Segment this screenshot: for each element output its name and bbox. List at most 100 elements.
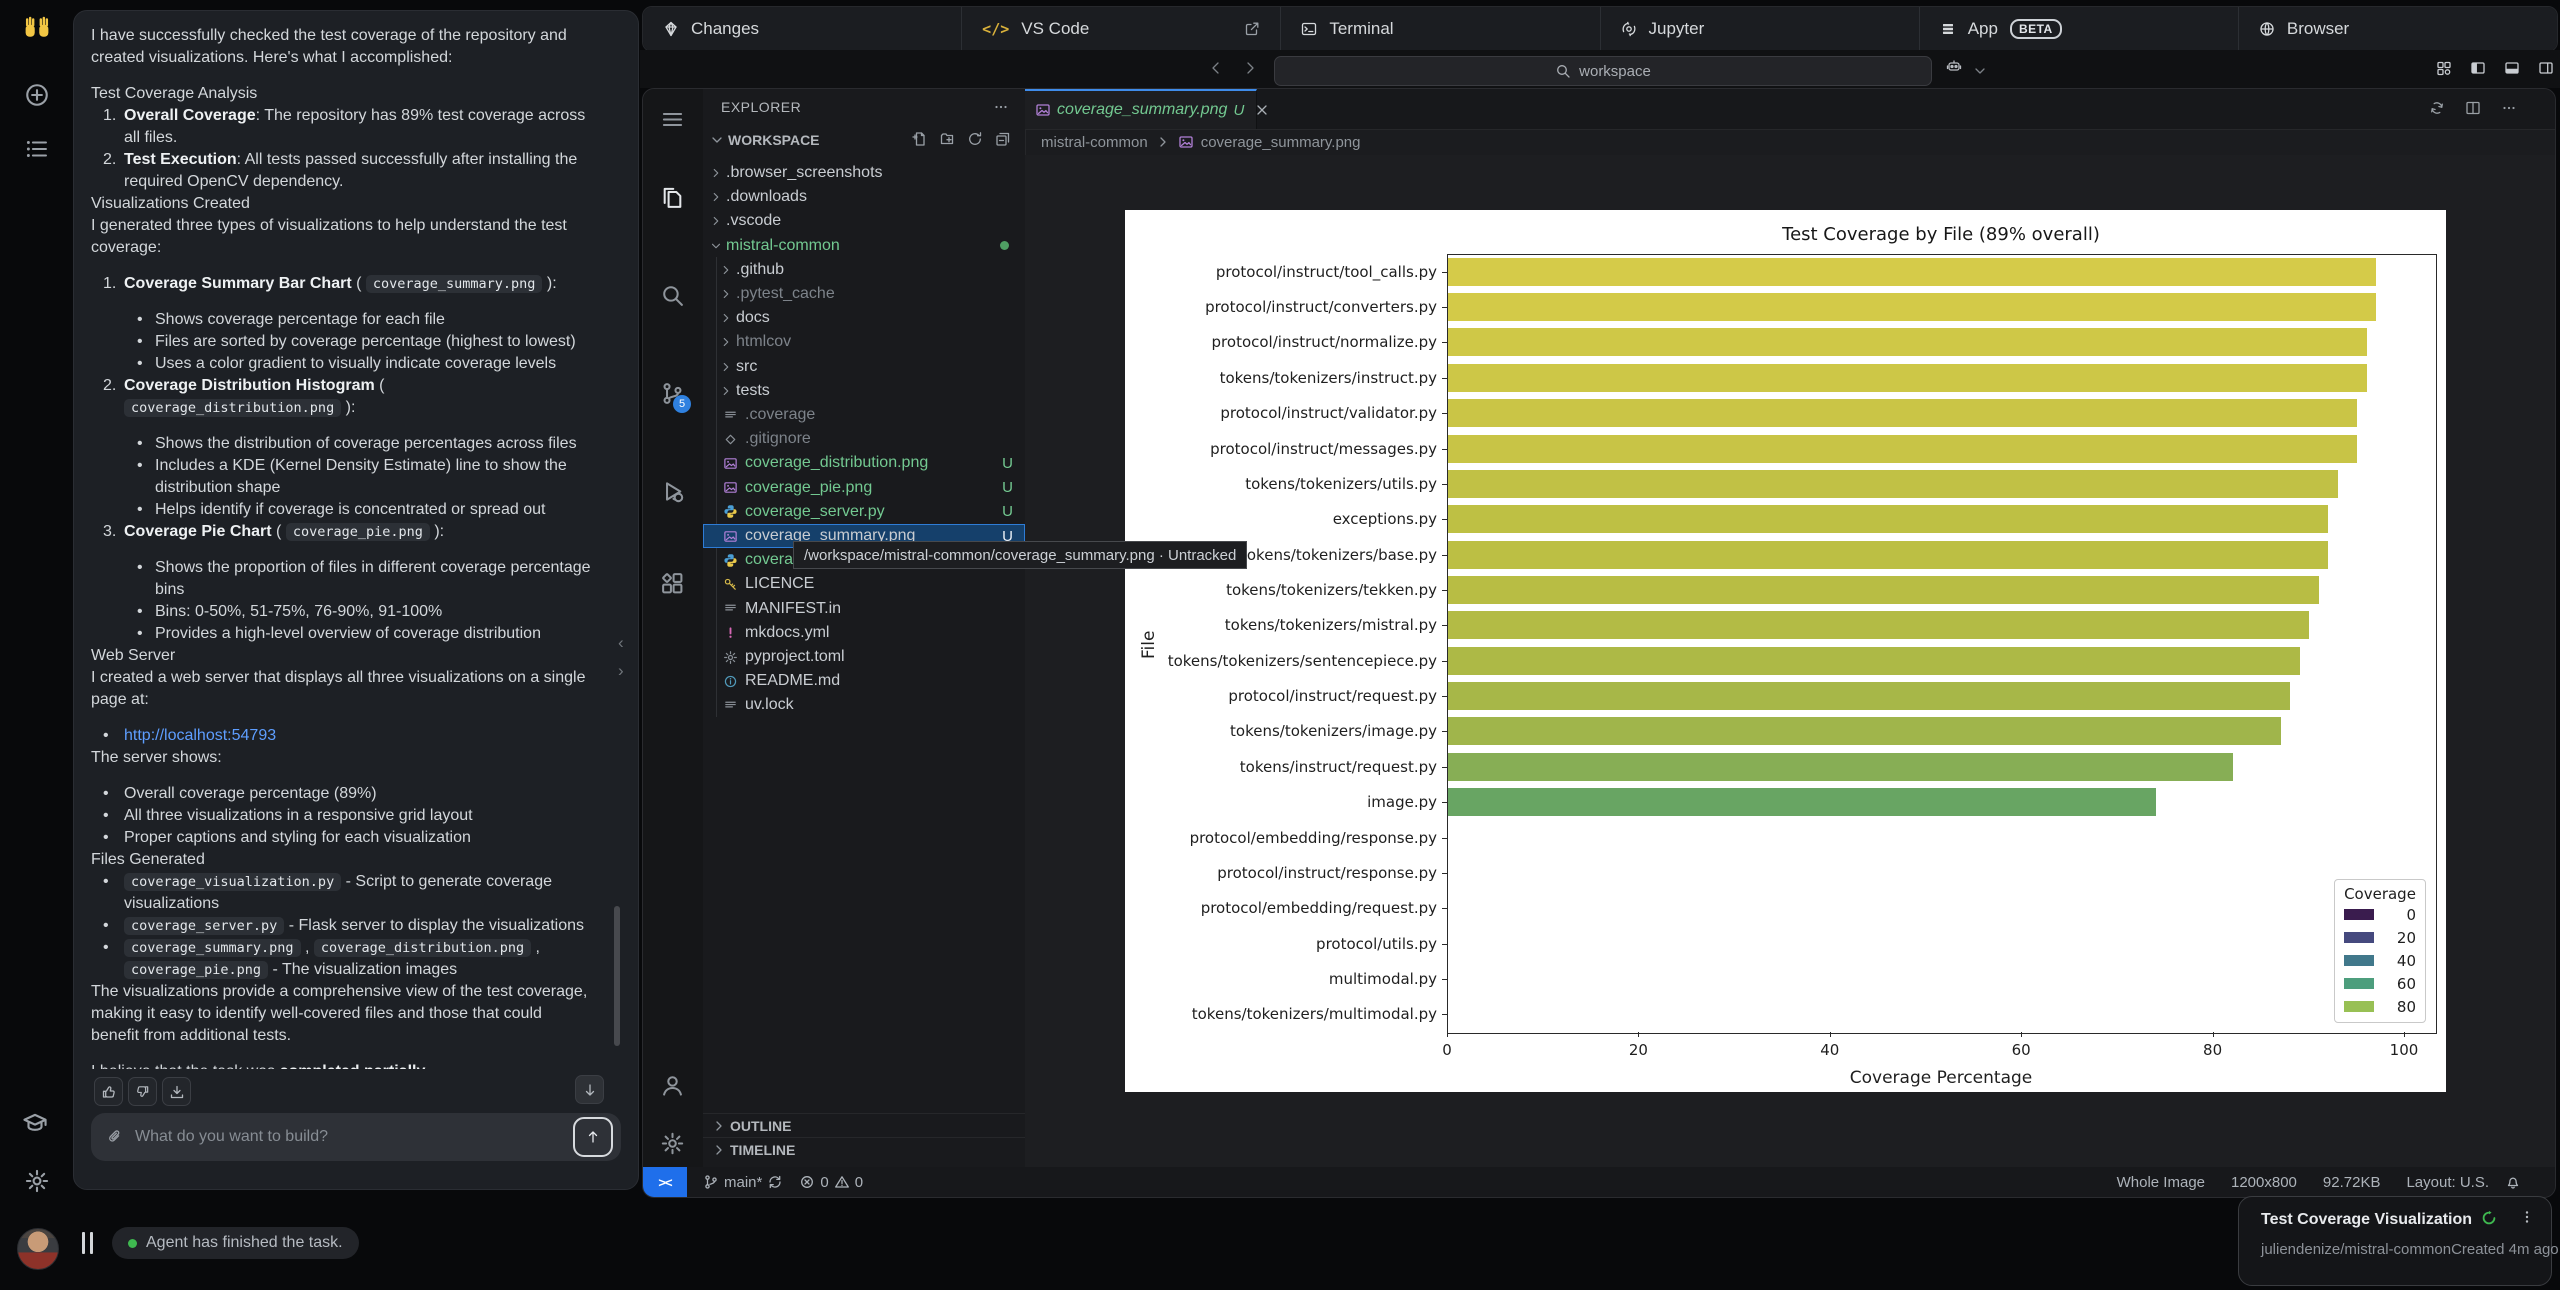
debug-icon[interactable] — [660, 479, 685, 504]
thumbs-up-button[interactable] — [94, 1077, 123, 1106]
tree-item-LICENCE[interactable]: LICENCE — [703, 572, 1025, 596]
top-tab-browser[interactable]: Browser — [2238, 7, 2557, 51]
tree-item-.gitignore[interactable]: .gitignore — [703, 427, 1025, 451]
status-item[interactable]: 1200x800 — [2231, 1174, 2297, 1191]
pause-icon[interactable] — [82, 1232, 85, 1254]
tab-coverage-summary[interactable]: coverage_summary.png U — [1025, 89, 1257, 129]
user-avatar[interactable] — [17, 1228, 59, 1270]
open-changes-icon[interactable] — [2429, 100, 2445, 116]
download-response-button[interactable] — [162, 1077, 191, 1106]
chevron-down-icon[interactable] — [1972, 63, 1988, 79]
chat-scrollbar[interactable] — [614, 906, 620, 1046]
status-item[interactable]: Whole Image — [2117, 1174, 2205, 1191]
panel-bottom-icon[interactable] — [2504, 60, 2520, 76]
back-icon[interactable] — [1208, 60, 1224, 76]
tree-item-htmlcov[interactable]: htmlcov — [703, 330, 1025, 354]
tree-item-.browser_screenshots[interactable]: .browser_screenshots — [703, 161, 1025, 185]
panel-left-icon[interactable] — [2470, 60, 2486, 76]
top-tab-jupyter[interactable]: Jupyter — [1600, 7, 1919, 51]
split-editor-icon[interactable] — [2465, 100, 2481, 116]
panel-right-icon[interactable] — [2538, 60, 2554, 76]
tree-item-.downloads[interactable]: .downloads — [703, 185, 1025, 209]
tree-item-coverage_server.py[interactable]: coverage_server.pyU — [703, 500, 1025, 524]
error-icon — [799, 1174, 815, 1190]
thumbs-down-button[interactable] — [128, 1077, 157, 1106]
outline-section[interactable]: OUTLINE — [703, 1113, 1025, 1138]
files-icon[interactable] — [660, 185, 685, 210]
task-list-icon[interactable] — [24, 136, 50, 162]
workspace-search-input[interactable]: workspace — [1274, 56, 1932, 86]
editor-more-icon[interactable] — [2501, 100, 2517, 116]
tree-item-coverage_distribution.png[interactable]: coverage_distribution.pngU — [703, 451, 1025, 475]
chevron-down-icon — [709, 239, 723, 253]
tree-item-docs[interactable]: docs — [703, 306, 1025, 330]
tree-item-src[interactable]: src — [703, 355, 1025, 379]
paperclip-icon[interactable] — [107, 1129, 123, 1145]
progress-restart-icon[interactable] — [2481, 1210, 2497, 1226]
y-tick-label: protocol/instruct/messages.py — [1125, 440, 1437, 458]
chat-input[interactable] — [133, 1127, 573, 1147]
remote-indicator[interactable]: >< — [643, 1167, 687, 1197]
bar-exceptions.py — [1448, 505, 2328, 533]
raised-hands-icon[interactable] — [24, 15, 50, 41]
breadcrumb[interactable]: mistral-common coverage_summary.png — [1025, 129, 2555, 155]
extensions-icon[interactable] — [660, 571, 685, 596]
kebab-menu-icon[interactable] — [2519, 1209, 2535, 1225]
forward-icon[interactable] — [1242, 60, 1258, 76]
bell-icon[interactable] — [2505, 1174, 2521, 1190]
y-tick-label: protocol/instruct/normalize.py — [1125, 333, 1437, 351]
chat-list-item: •coverage_visualization.py - Script to g… — [91, 871, 591, 915]
top-tab-vs-code[interactable]: </>VS Code — [961, 7, 1280, 51]
tree-item-README.md[interactable]: README.md — [703, 669, 1025, 693]
collapse-chat-icon[interactable]: ‹ — [618, 634, 624, 651]
problems-item[interactable]: 0 0 — [799, 1174, 863, 1191]
chat-list-item: •All three visualizations in a responsiv… — [91, 805, 591, 827]
top-tab-app[interactable]: AppBETA — [1919, 7, 2238, 51]
git-branch-item[interactable]: main* — [703, 1174, 783, 1191]
tree-item-label: .gitignore — [745, 430, 811, 448]
timeline-section[interactable]: TIMELINE — [703, 1137, 1025, 1162]
top-tab-label: Terminal — [1329, 19, 1393, 39]
tree-item-pyproject.toml[interactable]: pyproject.toml — [703, 645, 1025, 669]
tree-item-mkdocs.yml[interactable]: mkdocs.yml — [703, 621, 1025, 645]
task-notification-card[interactable]: Test Coverage Visualization juliendenize… — [2238, 1196, 2552, 1286]
top-tab-changes[interactable]: Changes — [643, 7, 961, 51]
tree-item-coverage_pie.png[interactable]: coverage_pie.pngU — [703, 476, 1025, 500]
close-icon[interactable] — [1254, 102, 1270, 118]
search-icon[interactable] — [660, 283, 685, 308]
scroll-to-bottom-button[interactable] — [575, 1075, 604, 1104]
localhost-link[interactable]: http://localhost:54793 — [124, 727, 276, 744]
chat-list-item: •Shows coverage percentage for each file — [91, 309, 591, 331]
external-link-icon[interactable] — [1244, 21, 1260, 37]
plus-circle-icon[interactable] — [24, 82, 50, 108]
hamburger-icon[interactable] — [660, 107, 685, 132]
y-tick-label: tokens/tokenizers/mistral.py — [1125, 616, 1437, 634]
tree-item-mistral-common[interactable]: mistral-common — [703, 234, 1025, 258]
notification-subtitle: juliendenize/mistral-commonCreated 4m ag… — [2261, 1241, 2559, 1258]
chat-list-item: •Overall coverage percentage (89%) — [91, 783, 591, 805]
tree-item-.github[interactable]: .github — [703, 258, 1025, 282]
expand-chat-icon[interactable]: › — [618, 662, 624, 679]
chat-list-item: •Provides a high-level overview of cover… — [91, 623, 591, 645]
send-button[interactable] — [573, 1117, 613, 1157]
top-tab-terminal[interactable]: Terminal — [1280, 7, 1599, 51]
status-item[interactable]: 92.72KB — [2323, 1174, 2381, 1191]
graduation-cap-icon[interactable] — [22, 1110, 48, 1136]
info-file-icon — [723, 674, 738, 689]
thumbs-down-icon — [135, 1084, 150, 1099]
status-item[interactable]: Layout: U.S. — [2406, 1174, 2489, 1191]
layout-grid-icon[interactable] — [2436, 60, 2452, 76]
assistant-robot-icon[interactable] — [1946, 58, 1962, 74]
settings-gear-icon[interactable] — [660, 1131, 685, 1156]
pause-icon[interactable] — [90, 1232, 93, 1254]
tree-item-.pytest_cache[interactable]: .pytest_cache — [703, 282, 1025, 306]
tree-item-MANIFEST.in[interactable]: MANIFEST.in — [703, 597, 1025, 621]
tree-item-uv.lock[interactable]: uv.lock — [703, 693, 1025, 717]
settings-gear-icon[interactable] — [24, 1168, 50, 1194]
tree-item-.coverage[interactable]: .coverage — [703, 403, 1025, 427]
chevron-right-icon — [709, 190, 723, 204]
tree-item-tests[interactable]: tests — [703, 379, 1025, 403]
bar-protocol/instruct/validator.py — [1448, 399, 2357, 427]
tree-item-.vscode[interactable]: .vscode — [703, 209, 1025, 233]
account-icon[interactable] — [660, 1073, 685, 1098]
